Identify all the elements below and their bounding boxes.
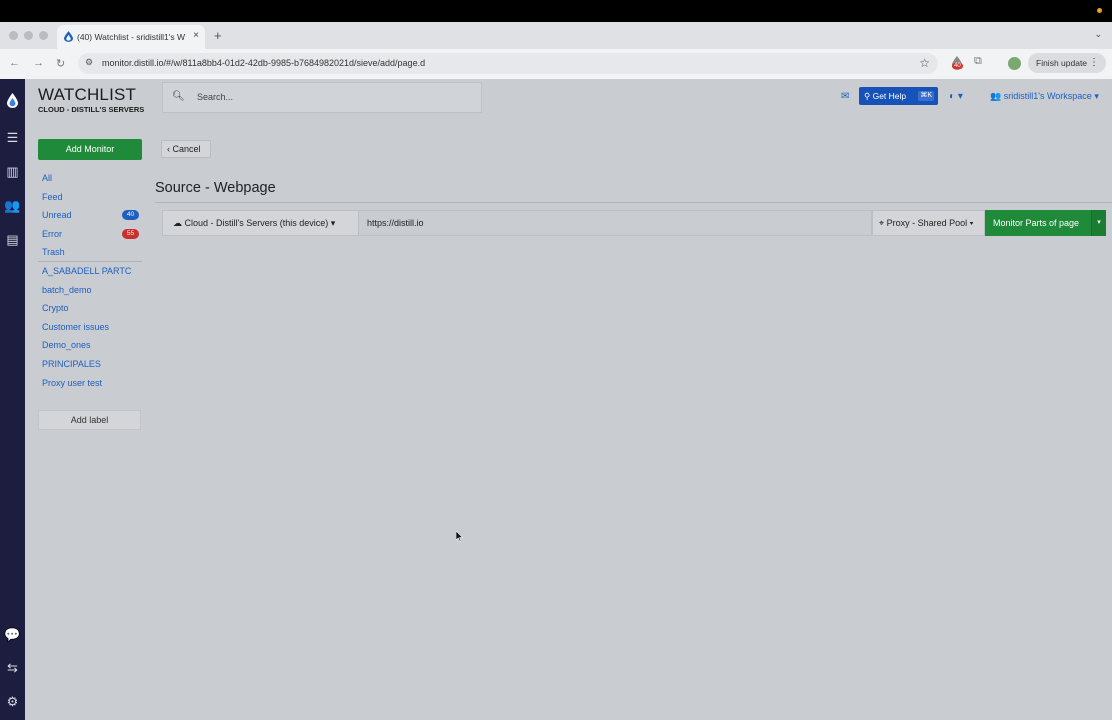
device-select[interactable]: ☁ Cloud - Distill's Servers (this device…	[162, 210, 359, 236]
tab-title: (40) Watchlist - sridistill1's W	[77, 32, 186, 42]
cancel-button[interactable]: ‹ Cancel	[161, 140, 211, 158]
new-tab-button[interactable]: +	[214, 28, 222, 43]
forward-icon[interactable]: →	[33, 57, 44, 69]
tab-close-icon[interactable]: ×	[193, 30, 199, 41]
label-item-text: batch_demo	[42, 284, 92, 295]
more-menu-icon[interactable]: ⋮	[1089, 53, 1099, 73]
page-title: Source - Webpage	[155, 180, 276, 196]
brand-subtitle: CLOUD - DISTILL'S SERVERS	[38, 105, 145, 114]
label-item-text: PRINCIPALES	[42, 358, 101, 369]
cancel-label: Cancel	[172, 144, 201, 154]
finish-update-button[interactable]: Finish update ⋮	[1028, 53, 1106, 73]
window-zoom-button[interactable]	[39, 31, 48, 40]
label-item-text: A_SABADELL PARTC	[42, 265, 132, 276]
label-item[interactable]: Demo_ones	[38, 336, 142, 355]
tab-strip: (40) Watchlist - sridistill1's W × + ⌄	[0, 22, 1112, 49]
device-select-label: Cloud - Distill's Servers (this device)	[184, 218, 329, 228]
sidebar-item-unread[interactable]: Unread 40	[38, 206, 142, 225]
bar-chart-icon[interactable]: ▥	[4, 163, 21, 180]
add-monitor-button[interactable]: Add Monitor	[38, 139, 142, 160]
users-icon: 👥	[990, 91, 1002, 101]
search-box[interactable]: 🔍︎	[162, 82, 482, 113]
address-bar-url[interactable]: monitor.distill.io/#/w/811a8bb4-01d2-42d…	[102, 58, 425, 68]
reload-icon[interactable]: ↻	[56, 57, 65, 70]
puzzle-icon[interactable]: ⧉	[974, 55, 982, 68]
sidebar-item-label: Trash	[42, 247, 65, 258]
chevron-down-icon: ▾	[330, 218, 336, 228]
extension-badge: 40	[952, 63, 963, 69]
browser-tab[interactable]: (40) Watchlist - sridistill1's W ×	[57, 25, 205, 49]
profile-avatar[interactable]	[1008, 57, 1021, 70]
sidebar-item-label: Unread	[42, 210, 72, 221]
address-bar[interactable]: ⚙ monitor.distill.io/#/w/811a8bb4-01d2-4…	[78, 53, 938, 74]
theme-toggle-icon[interactable]: ◐ ▾	[949, 91, 963, 102]
window-minimize-button[interactable]	[24, 31, 33, 40]
label-item[interactable]: Customer issues	[38, 318, 142, 337]
back-icon[interactable]: ←	[9, 57, 20, 69]
get-help-label: Get Help	[872, 91, 907, 101]
menu-bar	[0, 0, 1112, 22]
label-item-text: Demo_ones	[42, 340, 91, 351]
workspace-label: sridistill1's Workspace	[1003, 91, 1092, 101]
search-icon: 🔍︎	[172, 91, 185, 102]
site-info-icon[interactable]: ⚙	[85, 57, 93, 68]
divider	[155, 202, 1112, 203]
shortcut-badge: ⌘K	[918, 91, 934, 101]
get-help-button[interactable]: ⚲ Get Help ⌘K	[859, 87, 938, 105]
url-input[interactable]	[359, 210, 872, 236]
chevron-down-icon: ▾	[969, 218, 974, 228]
label-item[interactable]: Proxy user test	[38, 374, 142, 393]
screen: (40) Watchlist - sridistill1's W × + ⌄ ←…	[0, 0, 1112, 720]
list-icon[interactable]: ☰	[4, 129, 21, 146]
workspace-menu[interactable]: 👥 sridistill1's Workspace ▾	[990, 91, 1099, 102]
label-item[interactable]: Crypto	[38, 299, 142, 318]
proxy-select-label: Proxy - Shared Pool	[886, 218, 968, 228]
chevron-down-icon: ▾	[1094, 91, 1099, 101]
browser-toolbar: ← → ↻ ⚙ monitor.distill.io/#/w/811a8bb4-…	[0, 49, 1112, 79]
error-count-badge: 55	[122, 228, 139, 239]
sidebar-nav: All Feed Unread 40 Error 55 Trash A_SABADE…	[38, 169, 142, 392]
source-bar: ☁ Cloud - Distill's Servers (this device…	[162, 210, 1106, 236]
finish-update-label: Finish update	[1036, 58, 1088, 68]
book-icon[interactable]: ▤	[4, 231, 21, 248]
distill-favicon-icon	[64, 31, 73, 42]
left-rail: ☰ ▥ 👥 ▤ 💬 ⇆ ⚙	[0, 79, 25, 720]
mail-icon[interactable]: ✉	[841, 91, 849, 102]
browser-chrome: (40) Watchlist - sridistill1's W × + ⌄ ←…	[0, 22, 1112, 79]
translate-icon[interactable]: ⇆	[4, 659, 21, 676]
sidebar-item-feed[interactable]: Feed	[38, 188, 142, 207]
search-icon: ⚲	[864, 91, 873, 101]
cloud-icon: ☁	[173, 218, 185, 228]
label-item-text: Customer issues	[42, 321, 110, 332]
label-item[interactable]: batch_demo	[38, 281, 142, 300]
brand-title: WATCHLIST	[38, 85, 137, 104]
unread-count-badge: 40	[122, 210, 139, 221]
sidebar-item-label: All	[42, 173, 53, 183]
distill-logo-icon[interactable]	[4, 92, 21, 109]
recording-indicator	[1097, 8, 1102, 13]
sidebar-item-label: Error	[42, 228, 62, 239]
mouse-cursor-icon	[456, 531, 464, 542]
chat-icon[interactable]: 💬	[4, 626, 21, 643]
sidebar-item-error[interactable]: Error 55	[38, 225, 142, 244]
label-item-text: Proxy user test	[42, 377, 103, 388]
sidebar-item-all[interactable]: All	[38, 169, 142, 188]
app-content: WATCHLIST CLOUD - DISTILL'S SERVERS 🔍︎ ✉…	[25, 79, 1112, 720]
monitor-parts-button[interactable]: Monitor Parts of page	[985, 210, 1091, 236]
sidebar-item-trash[interactable]: Trash	[38, 243, 142, 262]
add-label-button[interactable]: Add label	[38, 410, 141, 430]
monitor-options-dropdown[interactable]: ▾	[1091, 210, 1106, 236]
sidebar-item-label: Feed	[42, 191, 63, 202]
location-pin-icon: ⌖	[879, 218, 887, 228]
window-close-button[interactable]	[9, 31, 18, 40]
gear-icon[interactable]: ⚙	[4, 693, 21, 710]
label-item-text: Crypto	[42, 303, 69, 314]
label-item[interactable]: PRINCIPALES	[38, 355, 142, 374]
label-item[interactable]: A_SABADELL PARTC	[38, 262, 142, 281]
users-icon[interactable]: 👥	[4, 197, 21, 214]
search-input[interactable]	[197, 92, 467, 102]
proxy-select[interactable]: ⌖ Proxy - Shared Pool ▾	[872, 210, 985, 236]
tab-search-chevron-icon[interactable]: ⌄	[1094, 29, 1102, 40]
star-icon[interactable]: ☆	[919, 56, 930, 70]
